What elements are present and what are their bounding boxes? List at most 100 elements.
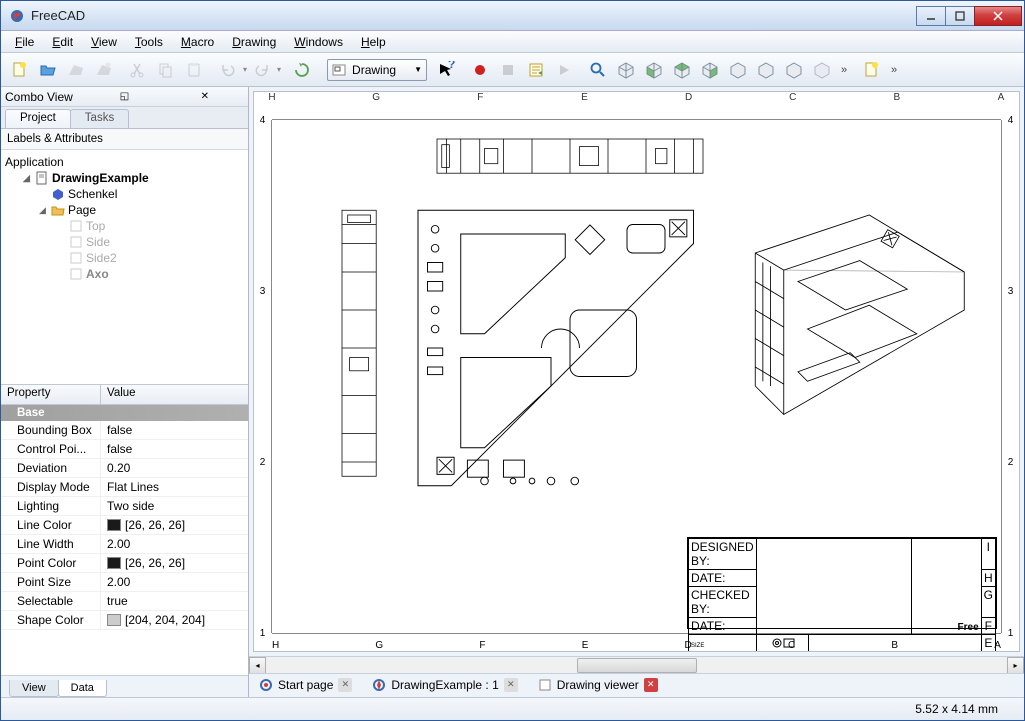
- property-row[interactable]: Line Color[26, 26, 26]: [1, 516, 248, 535]
- property-row[interactable]: Selectabletrue: [1, 592, 248, 611]
- view-icon: [69, 235, 83, 249]
- drawing-sheet: DESIGNED BY:FreeI DATE:H CHECKED BY:G DA…: [272, 120, 1001, 633]
- tab-data[interactable]: Data: [58, 680, 107, 697]
- app-icon: [9, 8, 25, 24]
- tree-view-top[interactable]: Top: [1, 218, 248, 234]
- paste-button[interactable]: [181, 57, 207, 83]
- statusbar: 5.52 x 4.14 mm: [1, 697, 1024, 720]
- workbench-selector[interactable]: Drawing ▼: [327, 59, 427, 81]
- property-row[interactable]: Deviation0.20: [1, 459, 248, 478]
- toolbar: ▾ ▾ Drawing ▼ ? » »: [1, 53, 1024, 87]
- menu-macro[interactable]: Macro: [173, 33, 222, 51]
- top-view-button[interactable]: [669, 57, 695, 83]
- menu-tools[interactable]: Tools: [127, 33, 171, 51]
- copy-button[interactable]: [153, 57, 179, 83]
- property-table[interactable]: Base Bounding BoxfalseControl Poi...fals…: [1, 405, 248, 675]
- tree-view-side2[interactable]: Side2: [1, 250, 248, 266]
- open-file-button[interactable]: [35, 57, 61, 83]
- menu-file[interactable]: File: [7, 33, 42, 51]
- macro-stop-button[interactable]: [495, 57, 521, 83]
- macro-execute-button[interactable]: [551, 57, 577, 83]
- save-button[interactable]: [63, 57, 89, 83]
- close-button[interactable]: [974, 6, 1022, 26]
- collapse-icon[interactable]: ◢: [37, 205, 48, 216]
- model-tree[interactable]: Application ◢ DrawingExample Schenkel ◢ …: [1, 150, 248, 385]
- measure-button[interactable]: [809, 57, 835, 83]
- titlebar: FreeCAD: [1, 1, 1024, 31]
- menu-view[interactable]: View: [83, 33, 125, 51]
- tree-view-axo[interactable]: Axo: [1, 266, 248, 282]
- workbench-label: Drawing: [350, 63, 410, 77]
- toolbar-overflow-2[interactable]: »: [887, 64, 901, 76]
- scroll-left-button[interactable]: ◂: [249, 657, 266, 674]
- front-view-button[interactable]: [641, 57, 667, 83]
- close-tab-button[interactable]: ✕: [644, 678, 658, 692]
- menu-edit[interactable]: Edit: [44, 33, 81, 51]
- macro-record-button[interactable]: [467, 57, 493, 83]
- tree-application[interactable]: Application: [1, 154, 248, 170]
- tab-project[interactable]: Project: [5, 109, 71, 128]
- cut-button[interactable]: [125, 57, 151, 83]
- close-panel-button[interactable]: ✕: [166, 90, 244, 104]
- doc-tab-icon: [372, 678, 386, 692]
- new-file-button[interactable]: [7, 57, 33, 83]
- right-view-button[interactable]: [697, 57, 723, 83]
- undo-button[interactable]: [215, 57, 241, 83]
- scroll-right-button[interactable]: ▸: [1007, 657, 1024, 674]
- folder-icon: [51, 203, 65, 217]
- tree-page[interactable]: ◢ Page: [1, 202, 248, 218]
- drawing-canvas[interactable]: HGFEDCBA 4321 4321 HGFEDCBA: [253, 91, 1020, 652]
- collapse-icon[interactable]: ◢: [21, 173, 32, 184]
- menu-windows[interactable]: Windows: [286, 33, 351, 51]
- combo-view-title: Combo View: [5, 90, 83, 104]
- property-row[interactable]: Display ModeFlat Lines: [1, 478, 248, 497]
- new-page-button[interactable]: [859, 57, 885, 83]
- menu-drawing[interactable]: Drawing: [224, 33, 284, 51]
- combo-view-panel: Combo View ◱ ✕ Project Tasks Labels & At…: [1, 87, 249, 697]
- property-row[interactable]: Control Poi...false: [1, 440, 248, 459]
- property-row[interactable]: Point Size2.00: [1, 573, 248, 592]
- document-tabs: Start page✕DrawingExample : 1✕Drawing vi…: [249, 673, 1024, 697]
- whats-this-button[interactable]: ?: [433, 57, 459, 83]
- property-row[interactable]: Bounding Boxfalse: [1, 421, 248, 440]
- doc-tab-icon: [538, 678, 552, 692]
- close-tab-button[interactable]: ✕: [338, 678, 352, 692]
- tab-view[interactable]: View: [9, 680, 59, 697]
- axo-view-button[interactable]: [613, 57, 639, 83]
- property-row[interactable]: Line Width2.00: [1, 535, 248, 554]
- undock-button[interactable]: ◱: [85, 90, 163, 104]
- ruler-left: 4321: [254, 120, 272, 633]
- scroll-thumb[interactable]: [577, 658, 697, 673]
- refresh-button[interactable]: [289, 57, 315, 83]
- maximize-button[interactable]: [945, 6, 975, 26]
- tree-document[interactable]: ◢ DrawingExample: [1, 170, 248, 186]
- bottom-view-button[interactable]: [753, 57, 779, 83]
- close-tab-button[interactable]: ✕: [504, 678, 518, 692]
- doc-tab[interactable]: Start page✕: [255, 676, 356, 696]
- toolbar-overflow-1[interactable]: »: [837, 64, 851, 76]
- save-as-button[interactable]: [91, 57, 117, 83]
- left-view-button[interactable]: [781, 57, 807, 83]
- rear-view-button[interactable]: [725, 57, 751, 83]
- doc-tab-label: DrawingExample : 1: [391, 678, 498, 692]
- part-icon: [51, 187, 65, 201]
- document-icon: [35, 171, 49, 185]
- tree-view-side[interactable]: Side: [1, 234, 248, 250]
- color-swatch: [107, 557, 121, 569]
- tree-schenkel[interactable]: Schenkel: [1, 186, 248, 202]
- horizontal-scrollbar[interactable]: ◂ ▸: [249, 656, 1024, 673]
- doc-tab[interactable]: Drawing viewer✕: [534, 676, 662, 696]
- status-coords: 5.52 x 4.14 mm: [915, 702, 998, 716]
- redo-button[interactable]: [249, 57, 275, 83]
- property-row[interactable]: LightingTwo side: [1, 497, 248, 516]
- property-row[interactable]: Shape Color[204, 204, 204]: [1, 611, 248, 630]
- doc-tab[interactable]: DrawingExample : 1 ✕: [368, 676, 521, 696]
- macro-list-button[interactable]: [523, 57, 549, 83]
- window-title: FreeCAD: [31, 8, 917, 23]
- svg-text:?: ?: [448, 61, 455, 71]
- property-row[interactable]: Point Color[26, 26, 26]: [1, 554, 248, 573]
- zoom-fit-button[interactable]: [585, 57, 611, 83]
- menu-help[interactable]: Help: [353, 33, 394, 51]
- minimize-button[interactable]: [916, 6, 946, 26]
- tab-tasks[interactable]: Tasks: [70, 109, 129, 128]
